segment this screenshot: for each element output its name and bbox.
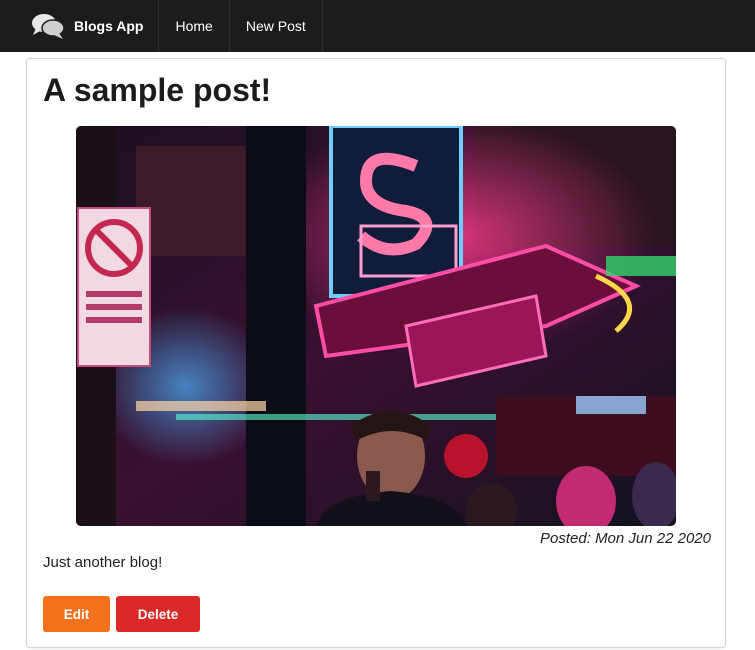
comments-icon: [30, 11, 74, 41]
nav-home[interactable]: Home: [159, 0, 230, 52]
post-title: A sample post!: [43, 72, 272, 108]
delete-button[interactable]: Delete: [116, 596, 200, 632]
post-image: [76, 126, 676, 526]
posted-date: Posted: Mon Jun 22 2020: [540, 530, 711, 547]
post-card: A sample post! Posted: Mon Jun 22 2020 J…: [26, 58, 726, 648]
brand-link[interactable]: Blogs App: [0, 0, 160, 52]
edit-button[interactable]: Edit: [43, 596, 110, 632]
top-navbar: Blogs App Home New Post: [0, 0, 755, 52]
brand-label: Blogs App: [74, 18, 144, 34]
nav-new-post[interactable]: New Post: [230, 0, 323, 52]
post-body: Just another blog!: [43, 554, 163, 571]
